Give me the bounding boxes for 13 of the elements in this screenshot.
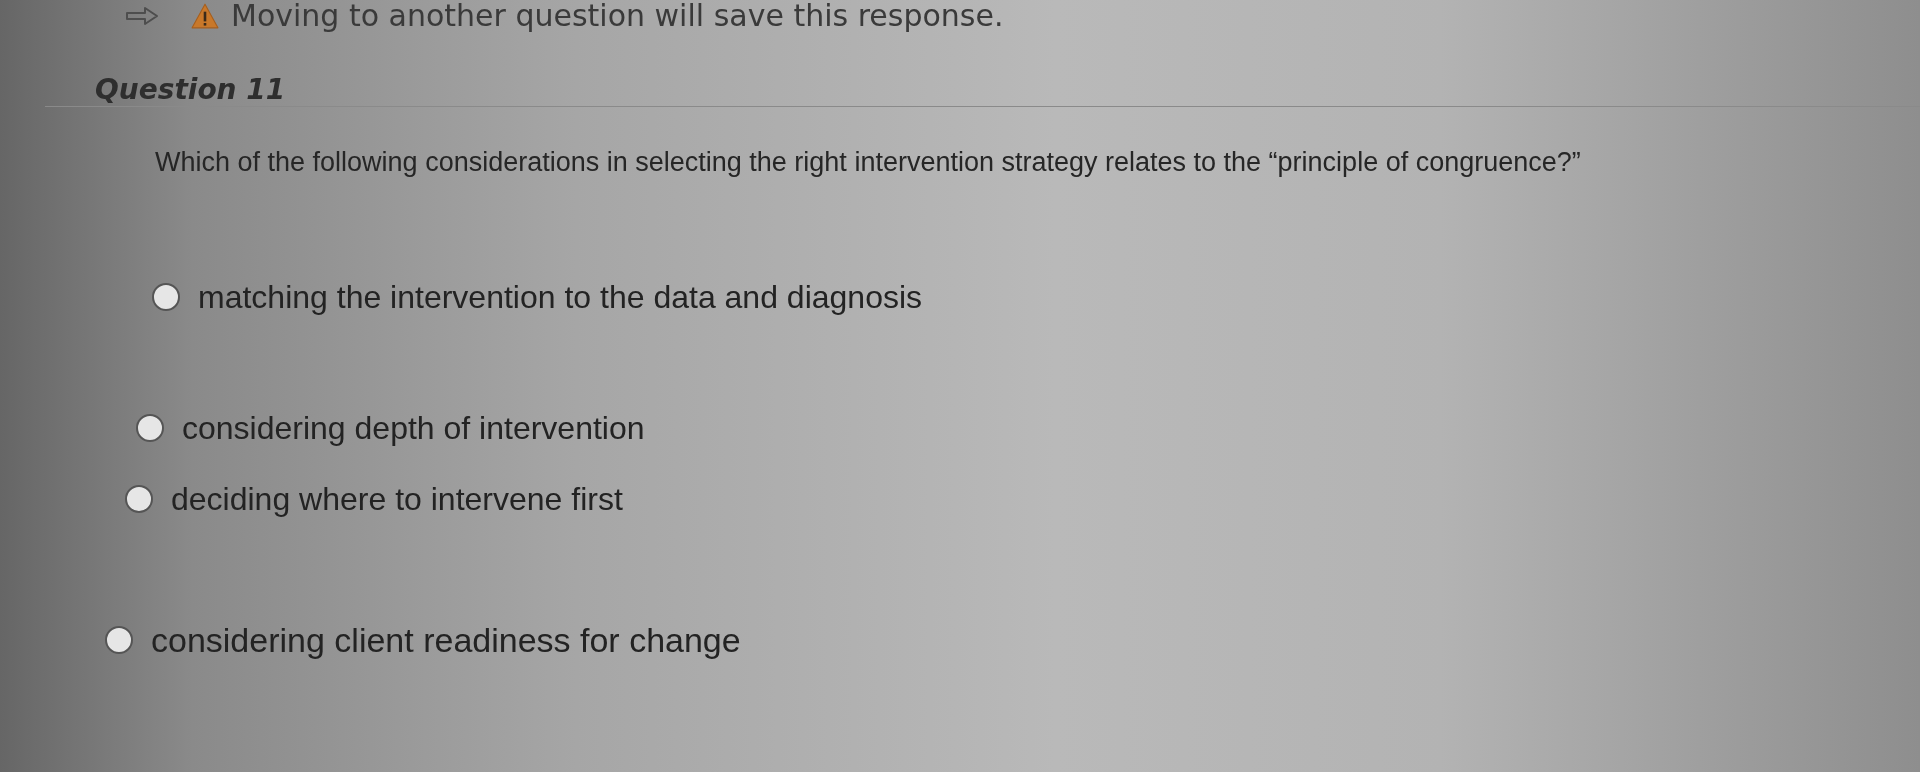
question-prompt: Which of the following considerations in selecting the right intervention strategy relates to the “principle of congruence?” <box>155 146 1581 179</box>
answer-option-label[interactable]: considering client readiness for change <box>151 621 741 659</box>
radio-button[interactable] <box>105 626 133 654</box>
answer-option-label[interactable]: matching the intervention to the data and diagnosis <box>198 278 923 316</box>
arrow-right-icon <box>125 6 159 26</box>
answer-option-label[interactable]: deciding where to intervene first <box>171 480 623 518</box>
notice-text: Moving to another question will save this response. <box>231 0 1004 32</box>
radio-button[interactable] <box>136 414 164 442</box>
answer-option-label[interactable]: considering depth of intervention <box>182 409 645 447</box>
radio-button[interactable] <box>152 283 180 311</box>
question-title: Question 11 <box>95 73 286 106</box>
radio-button[interactable] <box>125 485 153 513</box>
warning-icon <box>191 3 219 29</box>
